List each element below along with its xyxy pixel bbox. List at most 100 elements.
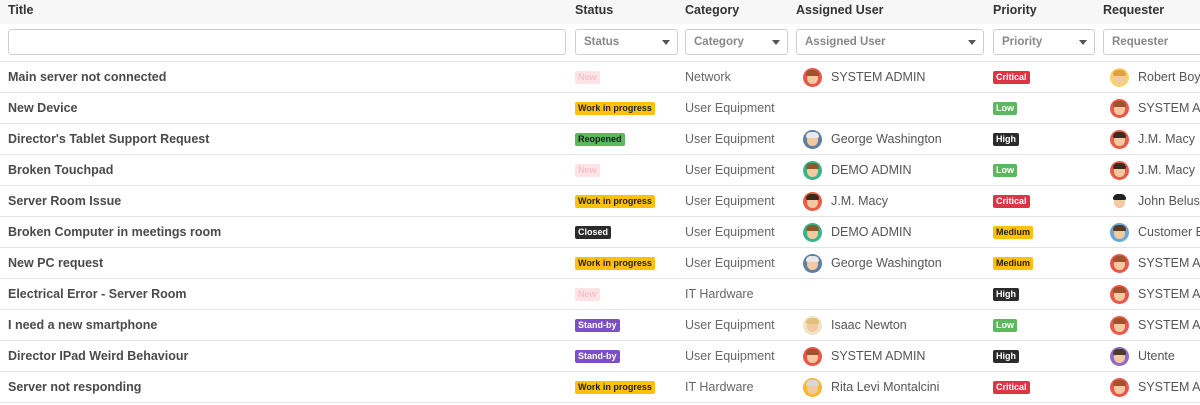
status-filter-select[interactable]: Status bbox=[575, 29, 678, 55]
requester-filter-placeholder: Requester bbox=[1112, 36, 1169, 48]
avatar bbox=[1110, 347, 1129, 366]
priority-badge: High bbox=[993, 133, 1019, 147]
category-filter-select[interactable]: Category bbox=[685, 29, 788, 55]
requester-name: SYSTEM ADMIN bbox=[1138, 256, 1200, 270]
avatar bbox=[803, 316, 822, 335]
priority-cell: Critical bbox=[993, 62, 1098, 92]
priority-badge: Low bbox=[993, 164, 1017, 178]
ticket-title[interactable]: Director IPad Weird Behaviour bbox=[8, 341, 568, 371]
table-row[interactable]: New Device Work in progress User Equipment… bbox=[0, 93, 1200, 124]
priority-cell: Low bbox=[993, 155, 1098, 185]
tickets-grid: Title Status Category Assigned User Prio… bbox=[0, 0, 1200, 405]
table-row[interactable]: Server Room Issue Work in progress User Eq… bbox=[0, 186, 1200, 217]
column-header-status[interactable]: Status bbox=[575, 3, 613, 17]
column-header-priority[interactable]: Priority bbox=[993, 3, 1037, 17]
requester-name: SYSTEM ADMIN bbox=[1138, 318, 1200, 332]
column-header-assigned-user[interactable]: Assigned User bbox=[796, 3, 884, 17]
avatar bbox=[803, 378, 822, 397]
avatar bbox=[1110, 130, 1129, 149]
avatar bbox=[803, 161, 822, 180]
requester-name: Customer E bbox=[1138, 225, 1200, 239]
avatar bbox=[803, 68, 822, 87]
table-row[interactable]: Electrical Error - Server Room New IT Hard… bbox=[0, 279, 1200, 310]
table-row[interactable]: Server not responding Work in progress IT … bbox=[0, 372, 1200, 403]
priority-badge: High bbox=[993, 288, 1019, 302]
requester-cell: John Belushi bbox=[1110, 186, 1200, 216]
table-row[interactable]: Broken Touchpad New User Equipment DEMO ADM… bbox=[0, 155, 1200, 186]
status-badge: Stand-by bbox=[575, 350, 620, 364]
assigned-user-name: George Washington bbox=[831, 132, 942, 146]
status-cell: Closed bbox=[575, 217, 680, 247]
status-cell: Stand-by bbox=[575, 310, 680, 340]
table-row[interactable]: Broken Computer in meetings room Closed Us… bbox=[0, 217, 1200, 248]
ticket-title[interactable]: Main server not connected bbox=[8, 62, 568, 92]
priority-cell: Critical bbox=[993, 186, 1098, 216]
requester-cell: J.M. Macy bbox=[1110, 155, 1200, 185]
filter-row: Status Category Assigned User Priority R… bbox=[0, 24, 1200, 62]
status-badge: Closed bbox=[575, 226, 612, 240]
chevron-down-icon bbox=[772, 40, 780, 45]
column-header-category[interactable]: Category bbox=[685, 3, 739, 17]
status-cell: Work in progress bbox=[575, 93, 680, 123]
assigned-user-cell bbox=[803, 93, 988, 123]
requester-cell: Utente bbox=[1110, 341, 1200, 371]
status-badge: Work in progress bbox=[575, 102, 655, 116]
requester-cell: Robert Boyle bbox=[1110, 62, 1200, 92]
priority-filter-select[interactable]: Priority bbox=[993, 29, 1095, 55]
avatar bbox=[1110, 285, 1129, 304]
priority-cell: High bbox=[993, 279, 1098, 309]
category-cell: IT Hardware bbox=[685, 380, 754, 394]
ticket-title[interactable]: Electrical Error - Server Room bbox=[8, 279, 568, 309]
ticket-title[interactable]: Director's Tablet Support Request bbox=[8, 124, 568, 154]
assigned-user-name: George Washington bbox=[831, 256, 942, 270]
requester-cell: SYSTEM ADMIN bbox=[1110, 310, 1200, 340]
priority-badge: Medium bbox=[993, 257, 1034, 271]
ticket-title[interactable]: I need a new smartphone bbox=[8, 310, 568, 340]
assigned-user-filter-select[interactable]: Assigned User bbox=[796, 29, 984, 55]
ticket-title[interactable]: Broken Computer in meetings room bbox=[8, 217, 568, 247]
category-cell: User Equipment bbox=[685, 194, 775, 208]
status-badge: New bbox=[575, 164, 600, 178]
priority-cell: Low bbox=[993, 310, 1098, 340]
status-badge: Work in progress bbox=[575, 381, 655, 395]
assigned-user-cell: George Washington bbox=[803, 248, 988, 278]
status-cell: Work in progress bbox=[575, 372, 680, 402]
requester-name: Utente bbox=[1138, 349, 1175, 363]
assigned-user-cell: SYSTEM ADMIN bbox=[803, 341, 988, 371]
ticket-title[interactable]: Broken Touchpad bbox=[8, 155, 568, 185]
table-row[interactable]: I need a new smartphone Stand-by User Equi… bbox=[0, 310, 1200, 341]
column-header-title[interactable]: Title bbox=[8, 3, 33, 17]
table-row[interactable]: Director's Tablet Support Request Reopene… bbox=[0, 124, 1200, 155]
assigned-user-name: SYSTEM ADMIN bbox=[831, 70, 926, 84]
chevron-down-icon bbox=[1079, 40, 1087, 45]
status-cell: Work in progress bbox=[575, 186, 680, 216]
status-cell: Stand-by bbox=[575, 341, 680, 371]
priority-badge: Low bbox=[993, 319, 1017, 333]
table-row[interactable]: New PC request Work in progress User Equip… bbox=[0, 248, 1200, 279]
requester-name: SYSTEM ADMIN bbox=[1138, 101, 1200, 115]
ticket-title[interactable]: Server Room Issue bbox=[8, 186, 568, 216]
priority-badge: High bbox=[993, 350, 1019, 364]
avatar bbox=[803, 254, 822, 273]
avatar bbox=[1110, 192, 1129, 211]
assigned-user-cell: Rita Levi Montalcini bbox=[803, 372, 988, 402]
table-row[interactable]: Director IPad Weird Behaviour Stand-by Use… bbox=[0, 341, 1200, 372]
priority-badge: Critical bbox=[993, 381, 1030, 395]
title-filter-input[interactable] bbox=[8, 29, 566, 55]
status-cell: Work in progress bbox=[575, 248, 680, 278]
status-cell: New bbox=[575, 279, 680, 309]
priority-cell: Medium bbox=[993, 248, 1098, 278]
requester-name: J.M. Macy bbox=[1138, 132, 1195, 146]
column-header-requester[interactable]: Requester bbox=[1103, 3, 1164, 17]
category-cell: User Equipment bbox=[685, 225, 775, 239]
requester-name: SYSTEM ADMIN bbox=[1138, 287, 1200, 301]
table-row[interactable]: Main server not connected New Network SYSTE… bbox=[0, 62, 1200, 93]
ticket-title[interactable]: New PC request bbox=[8, 248, 568, 278]
priority-cell: Critical bbox=[993, 372, 1098, 402]
status-filter-placeholder: Status bbox=[584, 36, 620, 48]
category-cell: User Equipment bbox=[685, 318, 775, 332]
requester-filter-select[interactable]: Requester bbox=[1103, 29, 1200, 55]
avatar bbox=[1110, 68, 1129, 87]
ticket-title[interactable]: New Device bbox=[8, 93, 568, 123]
ticket-title[interactable]: Server not responding bbox=[8, 372, 568, 402]
